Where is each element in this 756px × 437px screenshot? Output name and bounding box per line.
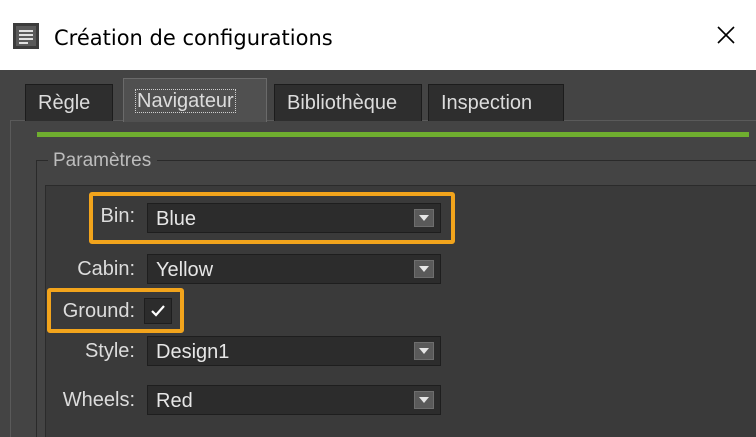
wheels-dropdown[interactable]: Red — [147, 385, 441, 415]
dropdown-arrow-icon[interactable] — [414, 391, 434, 409]
tab-label: Inspection — [441, 92, 533, 114]
style-dropdown[interactable]: Design1 — [147, 336, 441, 366]
bin-highlight — [89, 192, 455, 244]
tab-bibliotheque[interactable]: Bibliothèque — [274, 84, 422, 121]
window-title: Création de configurations — [54, 26, 333, 50]
accent-bar — [37, 132, 749, 137]
tab-regle[interactable]: Règle — [25, 84, 113, 121]
tab-label: Bibliothèque — [287, 92, 398, 114]
document-list-icon — [13, 23, 39, 49]
wheels-value: Red — [156, 390, 193, 412]
cabin-dropdown[interactable]: Yellow — [147, 254, 441, 284]
parameters-legend: Paramètres — [48, 150, 158, 172]
close-button[interactable] — [696, 0, 756, 70]
cabin-value: Yellow — [156, 259, 214, 281]
title-bar: Création de configurations — [0, 0, 756, 71]
close-icon — [717, 26, 735, 44]
style-value: Design1 — [156, 341, 230, 363]
style-label: Style: — [84, 340, 135, 362]
dropdown-arrow-icon[interactable] — [414, 342, 434, 360]
ground-highlight — [47, 288, 184, 333]
tab-label: Navigateur — [135, 89, 236, 113]
cabin-label: Cabin: — [77, 258, 135, 280]
dropdown-arrow-icon[interactable] — [414, 260, 434, 278]
wheels-label: Wheels: — [62, 389, 135, 411]
tab-inspection[interactable]: Inspection — [428, 84, 564, 121]
tab-label: Règle — [38, 92, 91, 114]
tab-navigateur[interactable]: Navigateur — [123, 78, 267, 122]
